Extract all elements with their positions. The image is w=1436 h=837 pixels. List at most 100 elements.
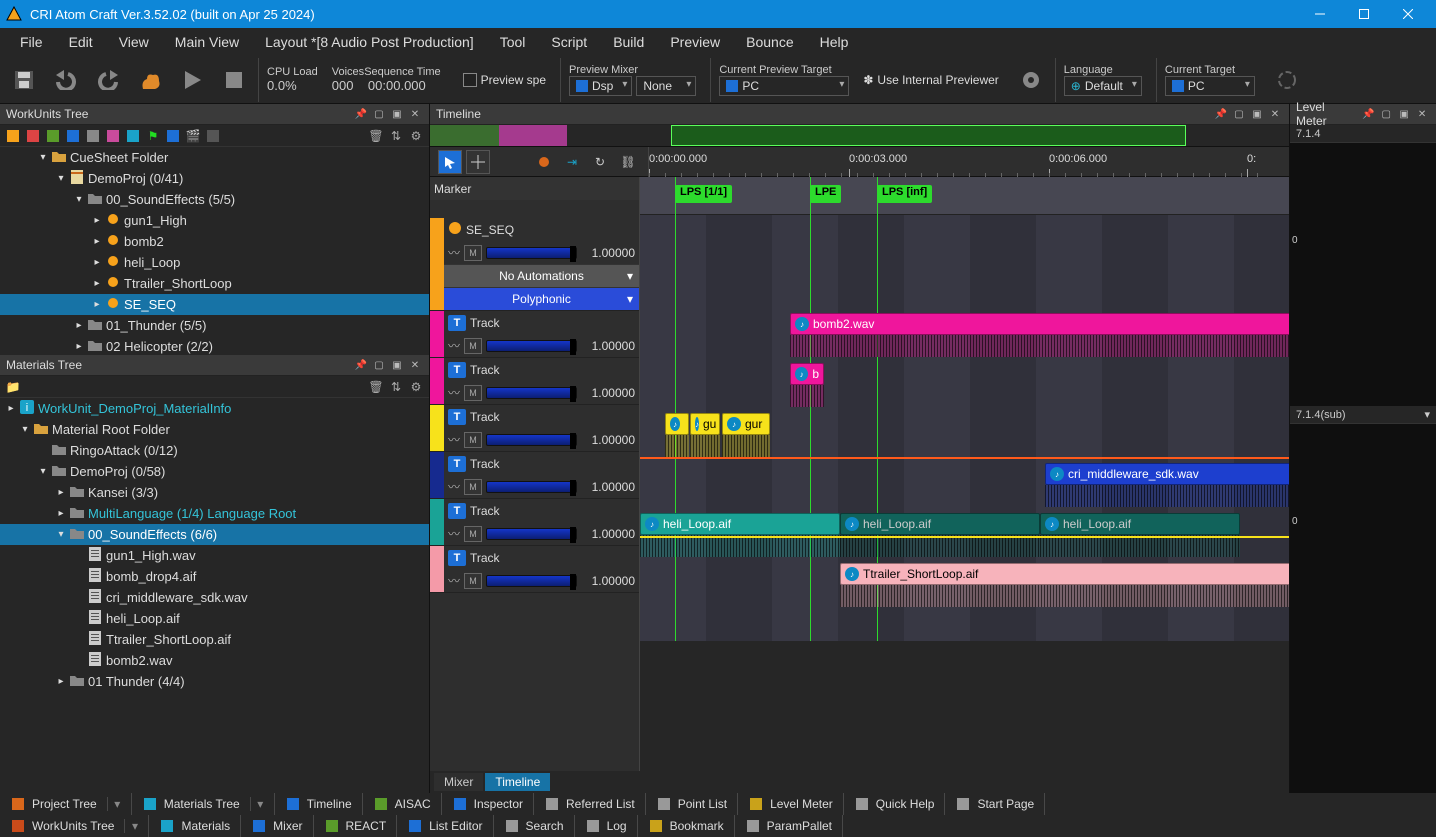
tree-item[interactable]: ▾DemoProj (0/41) [0, 168, 429, 189]
filter-a-icon[interactable] [44, 127, 62, 145]
polyphonic-combo[interactable]: Polyphonic [444, 287, 639, 310]
filter-cue-icon[interactable] [4, 127, 22, 145]
timeline-minimap[interactable] [430, 125, 1289, 147]
timeline-clip[interactable]: ♪gu [690, 413, 720, 435]
tree-item[interactable]: RingoAttack (0/12) [0, 440, 429, 461]
record-icon[interactable] [532, 150, 556, 174]
tree-twisty-icon[interactable]: ▸ [90, 278, 104, 289]
preview-spe-check[interactable]: Preview spe [455, 73, 554, 87]
bottom-tab-search[interactable]: Search [494, 815, 575, 837]
menu-bounce[interactable]: Bounce [734, 30, 805, 54]
bottom-tab-project-tree[interactable]: Project Tree▾ [0, 793, 132, 815]
timeline-clip[interactable]: ♪gur [722, 413, 770, 435]
tree-twisty-icon[interactable]: ▸ [90, 299, 104, 310]
mute-button[interactable]: M [464, 245, 482, 261]
pin-icon[interactable]: 📌 [353, 106, 369, 122]
target-spinner-icon[interactable] [1269, 62, 1305, 98]
tree-twisty-icon[interactable]: ▾ [72, 194, 86, 205]
tree-twisty-icon[interactable]: ▾ [54, 529, 68, 540]
tree-item[interactable]: heli_Loop.aif [0, 608, 429, 629]
bottom-tab-materials[interactable]: Materials [149, 815, 241, 837]
tree-item[interactable]: ▾00_SoundEffects (6/6) [0, 524, 429, 545]
sort-icon[interactable]: ⇅ [387, 127, 405, 145]
chevron-down-icon[interactable]: ▾ [250, 797, 264, 811]
tree-twisty-icon[interactable]: ▸ [90, 257, 104, 268]
chevron-down-icon[interactable]: ▾ [1424, 408, 1430, 421]
mute-button[interactable]: M [464, 573, 482, 589]
settings-gear-icon[interactable] [1013, 62, 1049, 98]
tree-item[interactable]: ▸heli_Loop [0, 252, 429, 273]
menu-help[interactable]: Help [808, 30, 861, 54]
tree-twisty-icon[interactable]: ▸ [54, 676, 68, 687]
close-button[interactable] [1386, 0, 1430, 28]
restore-panel-icon[interactable]: ▣ [1396, 106, 1412, 122]
loop-icon[interactable]: ↻ [588, 150, 612, 174]
gear-icon[interactable]: ⚙ [407, 127, 425, 145]
tree-item[interactable]: gun1_High.wav [0, 545, 429, 566]
menu-script[interactable]: Script [539, 30, 599, 54]
maximize-button[interactable] [1342, 0, 1386, 28]
tree-twisty-icon[interactable]: ▾ [36, 152, 50, 163]
mute-button[interactable]: M [464, 338, 482, 354]
tree-item[interactable]: bomb2.wav [0, 650, 429, 671]
close-panel-icon[interactable]: ✕ [407, 106, 423, 122]
chevron-down-icon[interactable]: ▾ [124, 819, 138, 833]
close-panel-icon[interactable]: ✕ [1267, 106, 1283, 122]
timeline-clip[interactable]: ♪Ttrailer_ShortLoop.aif [840, 563, 1289, 585]
menu-view[interactable]: View [107, 30, 161, 54]
tree-item[interactable]: ▾CueSheet Folder [0, 147, 429, 168]
tree-twisty-icon[interactable]: ▾ [36, 466, 50, 477]
mute-button[interactable]: M [464, 432, 482, 448]
filter-c-icon[interactable] [84, 127, 102, 145]
volume-slider[interactable] [486, 528, 577, 540]
filter-b-icon[interactable] [64, 127, 82, 145]
tree-item[interactable]: ▸SE_SEQ [0, 294, 429, 315]
pin-icon[interactable]: 📌 [1213, 106, 1229, 122]
maximize-panel-icon[interactable]: ▢ [1378, 106, 1394, 122]
skip-icon[interactable]: ⇥ [560, 150, 584, 174]
maximize-panel-icon[interactable]: ▢ [1231, 106, 1247, 122]
filter-track-icon[interactable] [24, 127, 42, 145]
timeline-marker[interactable]: LPE [810, 185, 841, 203]
timeline-clip[interactable]: ♪heli_Loop.aif [1040, 513, 1240, 535]
timeline-ruler[interactable]: 0:00:00.0000:00:03.0000:00:06.0000: [648, 147, 1285, 177]
tree-twisty-icon[interactable]: ▸ [72, 341, 86, 352]
timeline-clip[interactable]: ♪heli_Loop.aif [640, 513, 840, 535]
bottom-tab-log[interactable]: Log [575, 815, 638, 837]
marker-lane[interactable]: LPS [1/1]LPELPS [inf] [640, 177, 1289, 215]
pointer-tool-icon[interactable] [438, 150, 462, 174]
tree-twisty-icon[interactable]: ▸ [54, 487, 68, 498]
menu-layout-8-audio-post-production-[interactable]: Layout *[8 Audio Post Production] [253, 30, 486, 54]
redo-icon[interactable] [90, 62, 126, 98]
bottom-tab-point-list[interactable]: Point List [646, 793, 738, 815]
filter-e-icon[interactable] [124, 127, 142, 145]
bottom-tab-bookmark[interactable]: Bookmark [638, 815, 735, 837]
timeline-tracks-area[interactable]: LPS [1/1]LPELPS [inf] ♪bomb2.wav♪b♪♪gu♪g… [640, 177, 1289, 641]
track-header[interactable]: TTrack〰M1.00000 [430, 452, 639, 499]
bottom-tab-referred-list[interactable]: Referred List [534, 793, 646, 815]
tree-twisty-icon[interactable]: ▸ [90, 236, 104, 247]
maximize-panel-icon[interactable]: ▢ [371, 106, 387, 122]
tree-item[interactable]: ▾DemoProj (0/58) [0, 461, 429, 482]
filter-g-icon[interactable] [204, 127, 222, 145]
bottom-tab-list-editor[interactable]: List Editor [397, 815, 493, 837]
tree-item[interactable]: bomb_drop4.aif [0, 566, 429, 587]
restore-panel-icon[interactable]: ▣ [389, 106, 405, 122]
sort-icon[interactable]: ⇅ [387, 378, 405, 396]
tree-item[interactable]: cri_middleware_sdk.wav [0, 587, 429, 608]
tab-mixer[interactable]: Mixer [434, 773, 483, 791]
filter-d-icon[interactable] [104, 127, 122, 145]
trash-icon[interactable]: 🗑 [367, 378, 385, 396]
save-icon[interactable] [6, 62, 42, 98]
materials-tree[interactable]: ▸iWorkUnit_DemoProj_MaterialInfo▾Materia… [0, 398, 429, 793]
bottom-tab-inspector[interactable]: Inspector [442, 793, 534, 815]
volume-slider[interactable] [486, 387, 577, 399]
mute-button[interactable]: M [464, 479, 482, 495]
tree-twisty-icon[interactable]: ▾ [54, 173, 68, 184]
tree-item[interactable]: ▸MultiLanguage (1/4) Language Root [0, 503, 429, 524]
timeline-marker[interactable]: LPS [1/1] [675, 185, 732, 203]
tree-item[interactable]: ▸02 Helicopter (2/2) [0, 336, 429, 355]
bottom-tab-react[interactable]: REACT [314, 815, 398, 837]
timeline-clip[interactable]: ♪bomb2.wav [790, 313, 1289, 335]
pin-icon[interactable]: 📌 [353, 357, 369, 373]
